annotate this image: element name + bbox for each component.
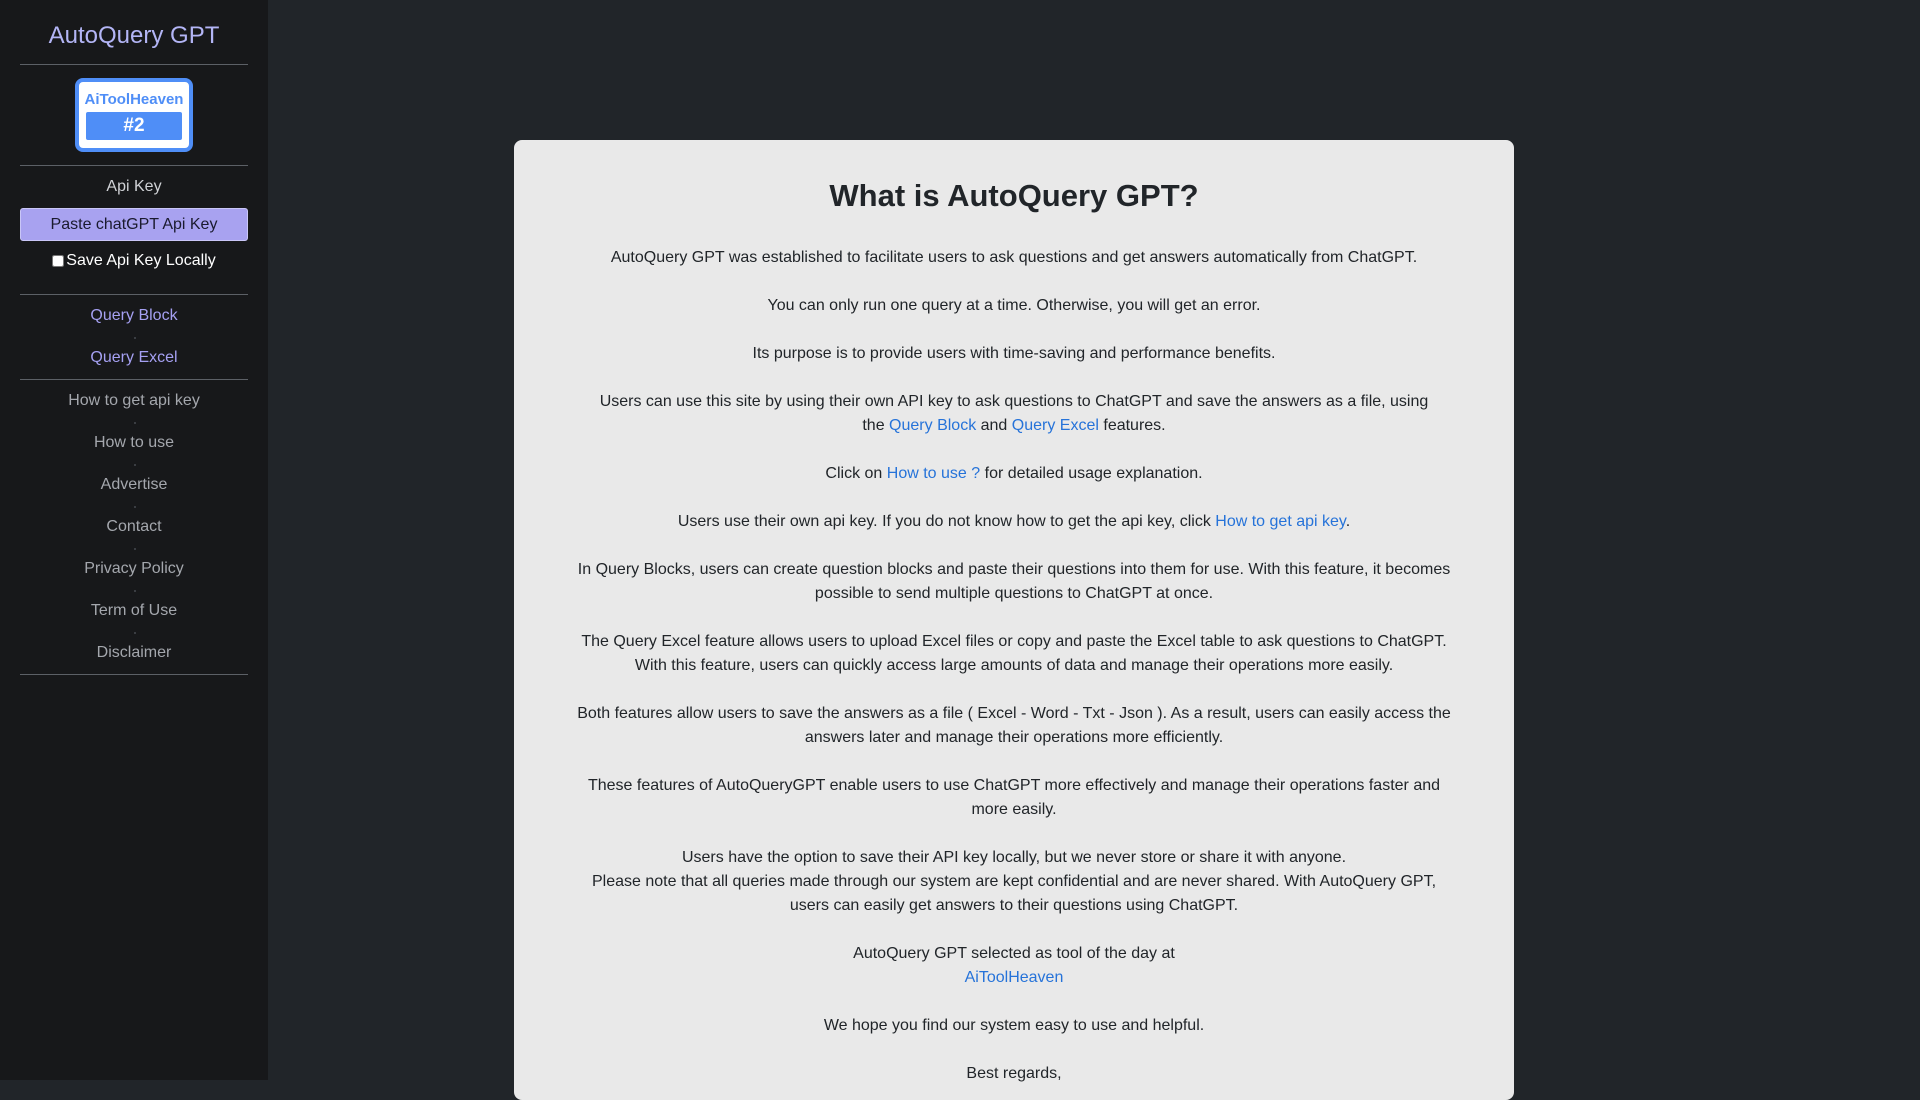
text: Users use their own api key. If you do n… xyxy=(677,513,1216,530)
about-paragraph: Click on How to use ? for detailed usage… xyxy=(574,462,1454,486)
about-paragraph: We hope you find our system easy to use … xyxy=(823,1017,1205,1034)
about-paragraph: These features of AutoQueryGPT enable us… xyxy=(587,777,1441,818)
about-card: What is AutoQuery GPT? AutoQuery GPT was… xyxy=(514,140,1514,1100)
about-paragraph: Best regards, xyxy=(966,1065,1062,1082)
aitoolheaven-link[interactable]: AiToolHeaven xyxy=(965,969,1064,986)
nav-label: Contact xyxy=(106,518,162,535)
nav-label: Disclaimer xyxy=(96,644,172,661)
text: . xyxy=(1345,513,1351,530)
nav-label: Query Excel xyxy=(90,349,178,366)
about-paragraph: You can only run one query at a time. Ot… xyxy=(767,297,1261,314)
how-to-get-api-key-link[interactable]: How to get api key xyxy=(1215,513,1345,530)
save-api-key-label: Save Api Key Locally xyxy=(66,252,216,269)
save-api-key-option[interactable]: Save Api Key Locally xyxy=(20,250,248,272)
secondary-nav: How to get api key How to use Advertise … xyxy=(20,380,248,674)
text: features. xyxy=(1098,417,1166,434)
text: for detailed usage explanation. xyxy=(980,465,1203,482)
text: AutoQuery GPT selected as tool of the da… xyxy=(853,945,1175,962)
nav-query-block[interactable]: Query Block xyxy=(20,295,248,339)
sidebar: AutoQuery GPT AiToolHeaven #2 Api Key Sa… xyxy=(0,0,268,1080)
badge-name: AiToolHeaven xyxy=(84,90,184,108)
nav-term-of-use[interactable]: Term of Use xyxy=(20,590,248,634)
about-paragraph: In Query Blocks, users can create questi… xyxy=(577,561,1451,602)
save-api-key-checkbox[interactable] xyxy=(52,255,65,267)
about-paragraph: Users can use this site by using their o… xyxy=(574,390,1454,438)
about-paragraph: Users have the option to save their API … xyxy=(574,846,1454,918)
nav-how-to-use[interactable]: How to use xyxy=(20,422,248,466)
text: Click on xyxy=(825,465,887,482)
nav-advertise[interactable]: Advertise xyxy=(20,464,248,508)
badge-container: AiToolHeaven #2 xyxy=(20,65,248,165)
nav-label: Advertise xyxy=(100,476,168,493)
nav-label: Query Block xyxy=(90,307,178,324)
about-paragraph: Users use their own api key. If you do n… xyxy=(574,510,1454,534)
nav-query-excel[interactable]: Query Excel xyxy=(20,337,248,379)
divider xyxy=(20,674,248,675)
about-paragraph: AutoQuery GPT was established to facilit… xyxy=(610,249,1418,266)
about-paragraph: Its purpose is to provide users with tim… xyxy=(752,345,1276,362)
app-title: AutoQuery GPT xyxy=(48,22,220,49)
aitoolheaven-badge[interactable]: AiToolHeaven #2 xyxy=(75,78,193,152)
how-to-use-link[interactable]: How to use ? xyxy=(887,465,980,482)
nav-privacy-policy[interactable]: Privacy Policy xyxy=(20,548,248,592)
nav-contact[interactable]: Contact xyxy=(20,506,248,550)
nav-label: How to use xyxy=(93,434,175,451)
api-key-label: Api Key xyxy=(106,178,162,195)
text: Please note that all queries made throug… xyxy=(591,873,1437,914)
about-paragraph: AutoQuery GPT selected as tool of the da… xyxy=(574,942,1454,990)
query-excel-link[interactable]: Query Excel xyxy=(1012,417,1099,434)
text: and xyxy=(976,417,1012,434)
nav-how-to-get-api-key[interactable]: How to get api key xyxy=(20,380,248,424)
query-block-link[interactable]: Query Block xyxy=(889,417,976,434)
badge-rank: #2 xyxy=(86,111,182,140)
nav-label: Term of Use xyxy=(90,602,178,619)
primary-nav: Query Block Query Excel xyxy=(20,295,248,379)
about-paragraph: The Query Excel feature allows users to … xyxy=(581,633,1447,674)
nav-label: Privacy Policy xyxy=(84,560,184,577)
nav-disclaimer[interactable]: Disclaimer xyxy=(20,632,248,674)
about-paragraph: Both features allow users to save the an… xyxy=(577,705,1451,746)
nav-label: How to get api key xyxy=(68,392,200,409)
api-key-input[interactable] xyxy=(20,208,248,241)
divider xyxy=(20,165,248,166)
text: Users have the option to save their API … xyxy=(681,849,1347,866)
page-title: What is AutoQuery GPT? xyxy=(829,178,1199,213)
